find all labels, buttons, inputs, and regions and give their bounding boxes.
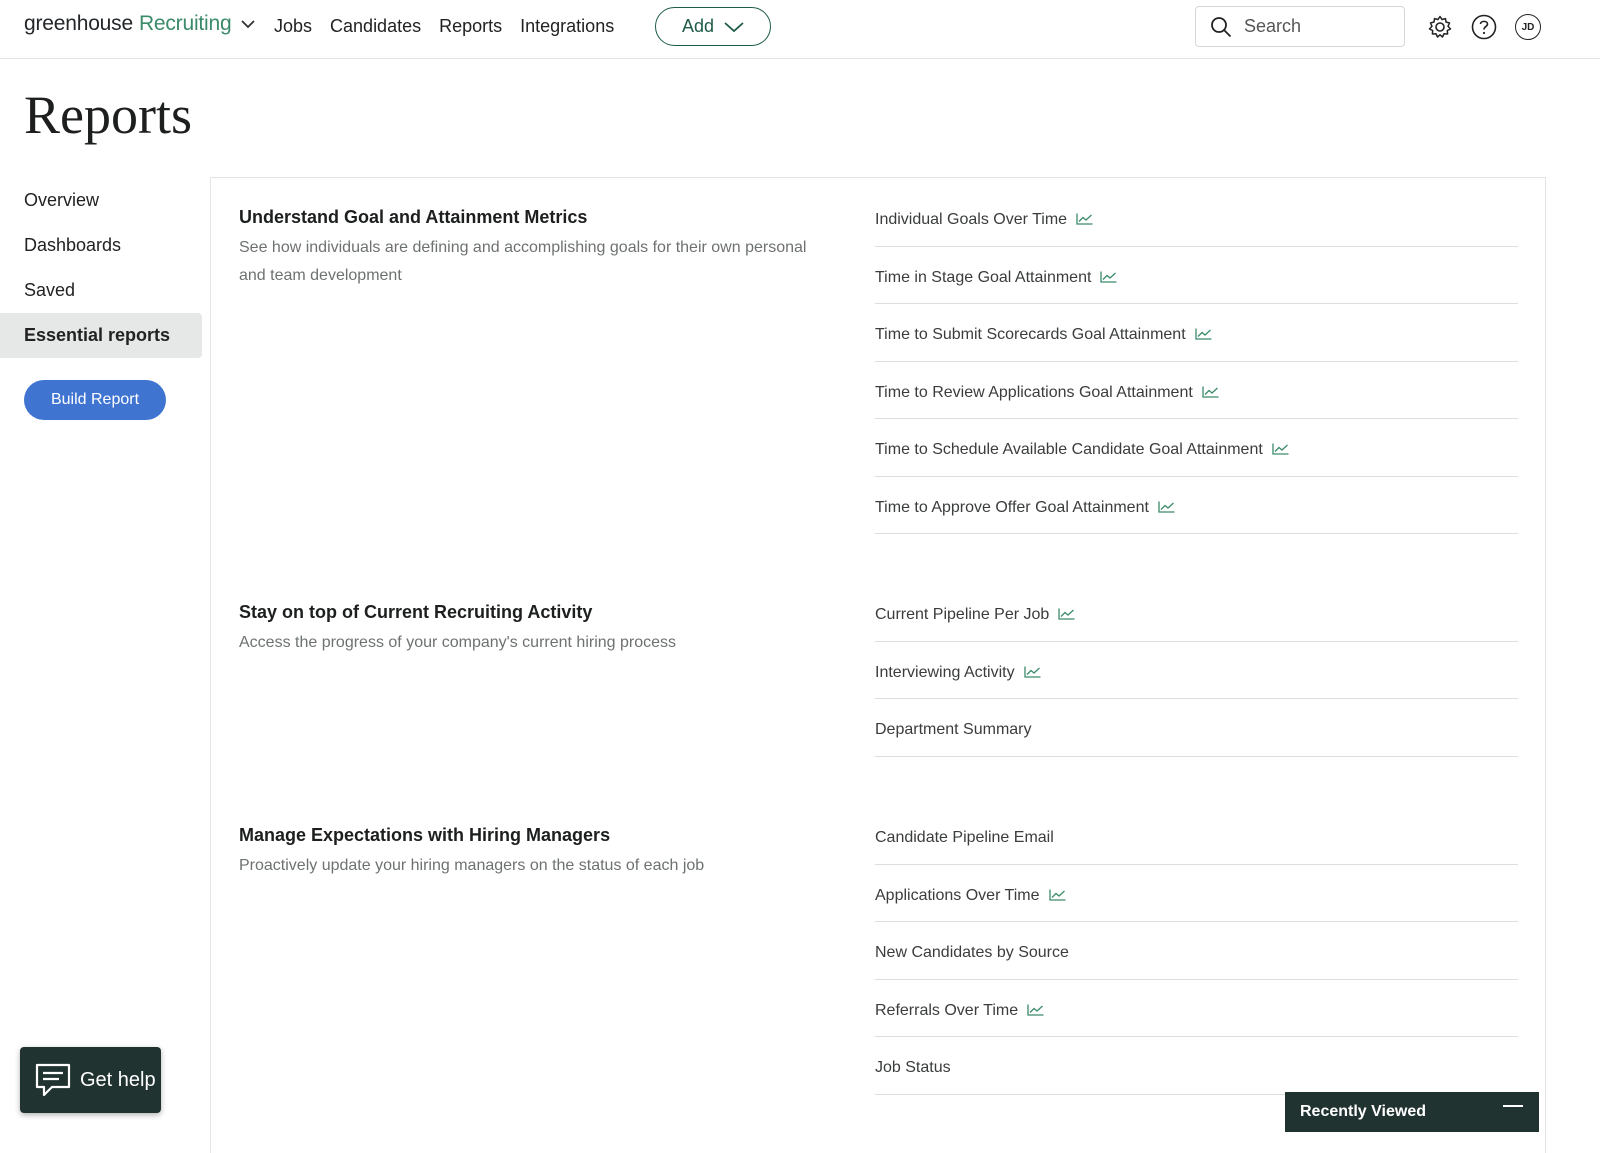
nav-candidates[interactable]: Candidates (330, 16, 421, 37)
report-link-label: Individual Goals Over Time (875, 211, 1068, 228)
report-link[interactable]: Applications Over Time (875, 865, 1518, 922)
report-link[interactable]: Candidate Pipeline Email (875, 807, 1518, 865)
report-link-label: Time in Stage Goal Attainment (875, 268, 1092, 286)
sidebar-item-dashboards[interactable]: Dashboards (0, 223, 202, 268)
report-link-label: New Candidates by Source (875, 944, 1069, 961)
report-link[interactable]: Job Status (875, 1037, 1518, 1095)
section-title: Understand Goal and Attainment Metrics (239, 207, 588, 227)
chart-icon (1091, 269, 1117, 288)
section-description: Access the progress of your company's cu… (239, 634, 677, 651)
sidebar-item-essential-reports[interactable]: Essential reports (0, 313, 202, 358)
report-link[interactable]: Interviewing Activity (875, 642, 1518, 699)
report-link-label: Current Pipeline Per Job (875, 606, 1050, 623)
add-button-label: Add (681, 16, 715, 36)
report-link[interactable]: Time to Schedule Available Candidate Goa… (875, 419, 1518, 477)
get-help-label: Get help (80, 1068, 156, 1091)
recently-viewed-widget[interactable]: Recently Viewed (1285, 1092, 1539, 1132)
report-link-label: Time to Review Applications Goal Attainm… (875, 383, 1193, 401)
chart-icon (1018, 1002, 1044, 1021)
get-help-button[interactable]: Get help (20, 1047, 161, 1113)
chart-icon (1067, 211, 1093, 230)
chevron-down-icon[interactable] (239, 15, 257, 33)
search-icon (1211, 16, 1232, 37)
report-link[interactable]: Referrals Over Time (875, 980, 1518, 1037)
brand-name: greenhouse (24, 12, 133, 35)
chart-icon (1263, 441, 1289, 460)
gear-icon[interactable] (1427, 14, 1453, 40)
build-report-button[interactable]: Build Report (24, 380, 166, 420)
chart-icon (1040, 887, 1066, 906)
chart-icon (1149, 499, 1175, 518)
chevron-down-icon (724, 21, 744, 32)
nav-jobs[interactable]: Jobs (274, 16, 312, 37)
report-link-label: Referrals Over Time (875, 1001, 1019, 1019)
report-link-label: Applications Over Time (875, 886, 1040, 904)
report-link-label: Time to Approve Offer Goal Attainment (875, 498, 1149, 516)
report-link-label: Time to Submit Scorecards Goal Attainmen… (875, 326, 1186, 343)
section-description: See how individuals are defining and acc… (239, 239, 807, 284)
report-link-label: Job Status (875, 1059, 951, 1076)
main-nav: Jobs Candidates Reports Integrations (274, 16, 614, 37)
page-title: Reports (24, 85, 192, 145)
report-link[interactable]: New Candidates by Source (875, 922, 1518, 980)
help-icon[interactable] (1471, 14, 1497, 40)
minimize-icon[interactable] (1503, 1105, 1523, 1107)
nav-reports[interactable]: Reports (439, 16, 502, 37)
chart-icon (1186, 326, 1212, 345)
report-list: Individual Goals Over Time Time in Stage … (875, 189, 1518, 534)
sidebar: Overview Dashboards Saved Essential repo… (0, 178, 202, 358)
recently-viewed-label: Recently Viewed (1300, 1103, 1426, 1120)
report-link[interactable]: Time in Stage Goal Attainment (875, 247, 1518, 304)
report-link-label: Time to Schedule Available Candidate Goa… (875, 441, 1263, 458)
section-title: Stay on top of Current Recruiting Activi… (239, 602, 593, 622)
app-logo[interactable]: greenhouse Recruiting (24, 12, 257, 36)
report-list: Current Pipeline Per Job Interviewing Act… (875, 584, 1518, 757)
section-title: Manage Expectations with Hiring Managers (239, 825, 611, 845)
report-link-label: Candidate Pipeline Email (875, 829, 1054, 846)
search-input[interactable] (1244, 16, 1394, 37)
report-list: Candidate Pipeline Email Applications Ove… (875, 807, 1518, 1095)
chart-icon (1049, 606, 1075, 625)
report-link[interactable]: Time to Approve Offer Goal Attainment (875, 477, 1518, 534)
sidebar-item-saved[interactable]: Saved (0, 268, 202, 313)
sidebar-item-overview[interactable]: Overview (0, 178, 202, 223)
search-box[interactable] (1195, 6, 1405, 47)
nav-integrations[interactable]: Integrations (520, 16, 614, 37)
report-link[interactable]: Time to Review Applications Goal Attainm… (875, 362, 1518, 419)
chart-icon (1193, 384, 1219, 403)
report-link[interactable]: Department Summary (875, 699, 1518, 757)
top-navigation-bar: greenhouse Recruiting Jobs Candidates Re… (0, 0, 1600, 59)
report-link[interactable]: Individual Goals Over Time (875, 189, 1518, 247)
report-link[interactable]: Current Pipeline Per Job (875, 584, 1518, 642)
report-link[interactable]: Time to Submit Scorecards Goal Attainmen… (875, 304, 1518, 362)
add-button[interactable]: Add (655, 7, 771, 46)
avatar[interactable]: JD (1515, 14, 1541, 40)
report-link-label: Interviewing Activity (875, 663, 1015, 681)
chart-icon (1015, 664, 1041, 683)
brand-product: Recruiting (138, 12, 232, 35)
chat-icon (35, 1063, 71, 1097)
report-link-label: Department Summary (875, 721, 1032, 738)
section-description: Proactively update your hiring managers … (239, 857, 705, 874)
